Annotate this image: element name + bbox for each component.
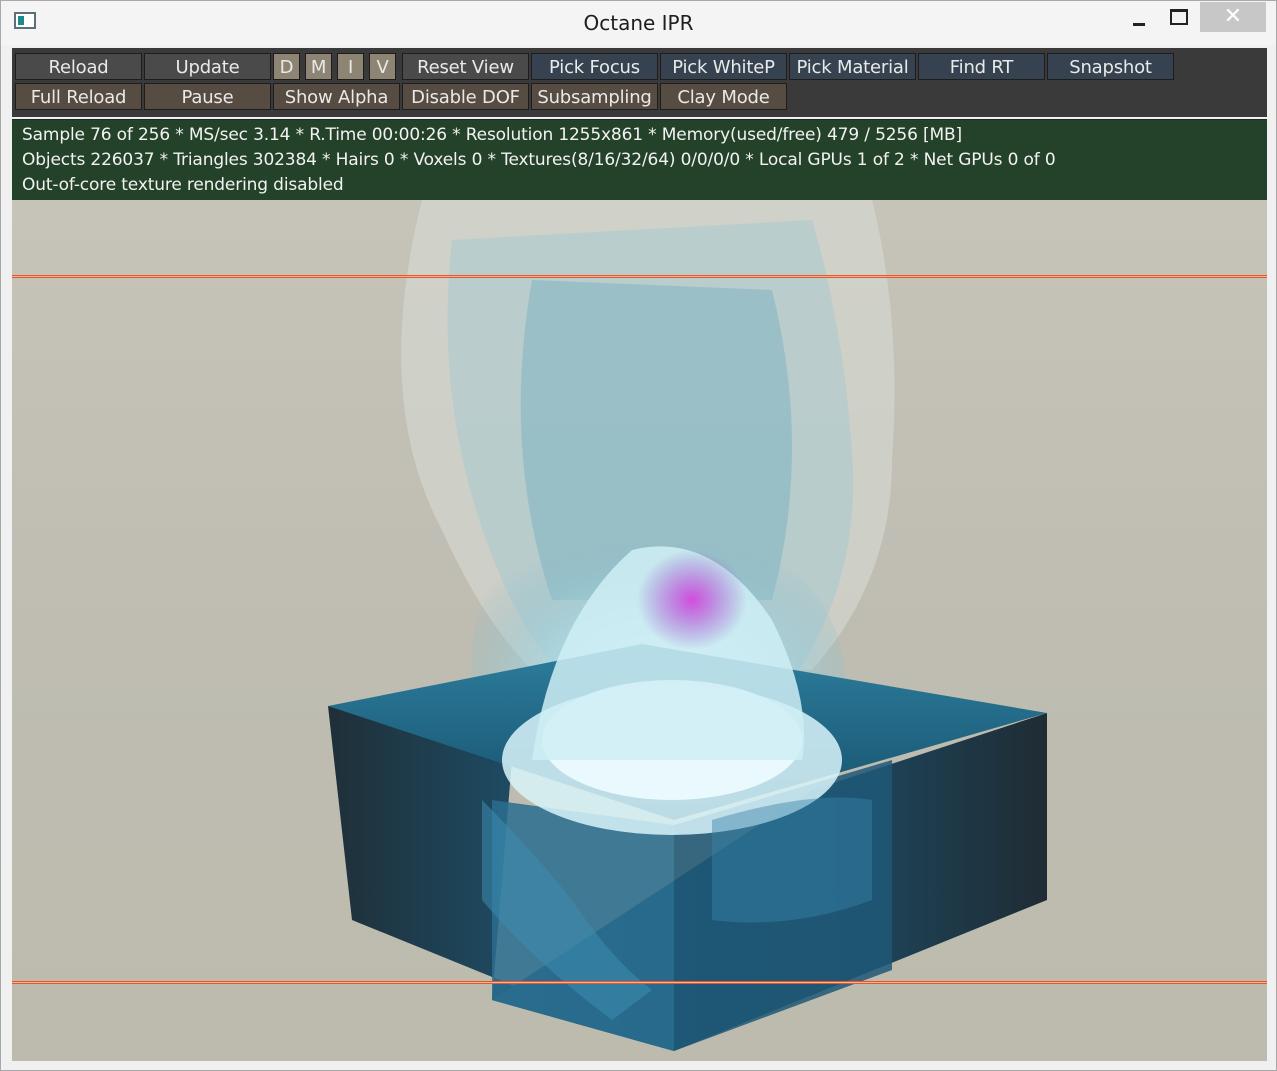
pick-focus-button[interactable]: Pick Focus — [531, 53, 658, 80]
close-icon[interactable]: ✕ — [1200, 2, 1266, 32]
show-alpha-button[interactable]: Show Alpha — [273, 83, 400, 110]
clay-mode-button[interactable]: Clay Mode — [660, 83, 787, 110]
render-status-panel: Sample 76 of 256 * MS/sec 3.14 * R.Time … — [12, 119, 1267, 200]
reload-button[interactable]: Reload — [15, 53, 142, 80]
window-title: Octane IPR — [583, 11, 694, 35]
pick-whitep-button[interactable]: Pick WhiteP — [660, 53, 787, 80]
full-reload-button[interactable]: Full Reload — [15, 83, 142, 110]
toggle-d-button[interactable]: D — [273, 53, 300, 80]
find-rt-button[interactable]: Find RT — [918, 53, 1045, 80]
status-line-scene-stats: Objects 226037 * Triangles 302384 * Hair… — [22, 150, 1056, 170]
minimize-icon[interactable] — [1121, 2, 1157, 32]
toggle-i-button[interactable]: I — [337, 53, 364, 80]
ipr-toolbar: Reload Update D M I V Reset View Pick Fo… — [12, 48, 1267, 117]
update-button[interactable]: Update — [144, 53, 271, 80]
disable-dof-button[interactable]: Disable DOF — [402, 83, 529, 110]
reset-view-button[interactable]: Reset View — [402, 53, 529, 80]
title-bar[interactable]: Octane IPR ✕ — [1, 1, 1276, 45]
toggle-m-button[interactable]: M — [305, 53, 332, 80]
toggle-v-button[interactable]: V — [369, 53, 396, 80]
maximize-icon[interactable] — [1159, 2, 1199, 32]
subsampling-button[interactable]: Subsampling — [531, 83, 658, 110]
octane-ipr-window: Octane IPR ✕ Reload Update D M I V Reset… — [0, 0, 1277, 1071]
safe-frame-bottom-line — [12, 981, 1267, 984]
render-viewport[interactable] — [12, 200, 1267, 1061]
pick-material-button[interactable]: Pick Material — [789, 53, 916, 80]
pause-button[interactable]: Pause — [144, 83, 271, 110]
render-image — [328, 200, 1047, 1051]
status-line-texture-mode: Out-of-core texture rendering disabled — [22, 175, 344, 195]
safe-frame-top-line — [12, 275, 1267, 278]
snapshot-button[interactable]: Snapshot — [1047, 53, 1174, 80]
status-line-samples: Sample 76 of 256 * MS/sec 3.14 * R.Time … — [22, 125, 963, 145]
